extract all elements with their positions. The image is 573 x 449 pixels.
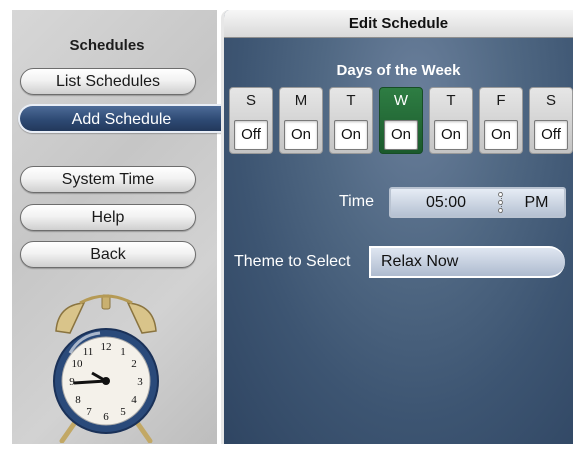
time-separator xyxy=(498,192,508,213)
day-sunday-toggle[interactable]: S Off xyxy=(229,87,273,154)
day-saturday-toggle[interactable]: S Off xyxy=(529,87,573,154)
day-state: On xyxy=(384,120,418,150)
day-state: On xyxy=(334,120,368,150)
days-of-week-title: Days of the Week xyxy=(336,62,461,79)
svg-text:8: 8 xyxy=(75,394,81,406)
theme-label: Theme to Select xyxy=(234,253,351,270)
day-letter: T xyxy=(446,92,456,109)
svg-text:1: 1 xyxy=(120,346,126,358)
day-tuesday-toggle[interactable]: T On xyxy=(329,87,373,154)
edit-schedule-panel: Edit Schedule Days of the Week S Off M O… xyxy=(221,10,573,444)
svg-text:4: 4 xyxy=(131,394,137,406)
sidebar-title: Schedules xyxy=(69,37,145,54)
time-picker[interactable]: 05:00 PM xyxy=(389,187,566,218)
day-letter: M xyxy=(294,92,308,109)
day-friday-toggle[interactable]: F On xyxy=(479,87,523,154)
day-thursday-toggle[interactable]: T On xyxy=(429,87,473,154)
back-button[interactable]: Back xyxy=(20,241,196,268)
day-state: Off xyxy=(234,120,268,150)
system-time-button[interactable]: System Time xyxy=(20,166,196,193)
day-wednesday-toggle[interactable]: W On xyxy=(379,87,423,154)
day-monday-toggle[interactable]: M On xyxy=(279,87,323,154)
day-letter: S xyxy=(245,92,256,109)
alarm-clock-icon: 12 1 2 3 4 5 6 7 8 9 10 11 xyxy=(53,294,159,443)
sidebar: Schedules List Schedules Add Schedule Sy… xyxy=(12,10,223,444)
svg-text:11: 11 xyxy=(83,346,94,358)
day-state: Off xyxy=(534,120,568,150)
day-state: On xyxy=(434,120,468,150)
panel-title: Edit Schedule xyxy=(224,10,573,38)
time-value[interactable]: 05:00 xyxy=(391,189,501,216)
time-ampm[interactable]: PM xyxy=(509,189,564,216)
time-label: Time xyxy=(339,193,374,210)
day-letter: F xyxy=(496,92,506,109)
day-letter: S xyxy=(545,92,556,109)
day-letter: T xyxy=(346,92,356,109)
theme-select[interactable]: Relax Now xyxy=(369,246,565,278)
svg-text:6: 6 xyxy=(103,411,109,423)
svg-text:7: 7 xyxy=(86,406,92,418)
list-schedules-button[interactable]: List Schedules xyxy=(20,68,196,95)
day-state: On xyxy=(484,120,518,150)
svg-text:2: 2 xyxy=(131,358,137,370)
day-state: On xyxy=(284,120,318,150)
day-letter: W xyxy=(393,92,409,109)
svg-text:12: 12 xyxy=(101,341,112,353)
add-schedule-button[interactable]: Add Schedule xyxy=(18,104,223,133)
svg-text:10: 10 xyxy=(72,358,84,370)
svg-text:3: 3 xyxy=(137,376,143,388)
help-button[interactable]: Help xyxy=(20,204,196,231)
svg-text:5: 5 xyxy=(120,406,126,418)
